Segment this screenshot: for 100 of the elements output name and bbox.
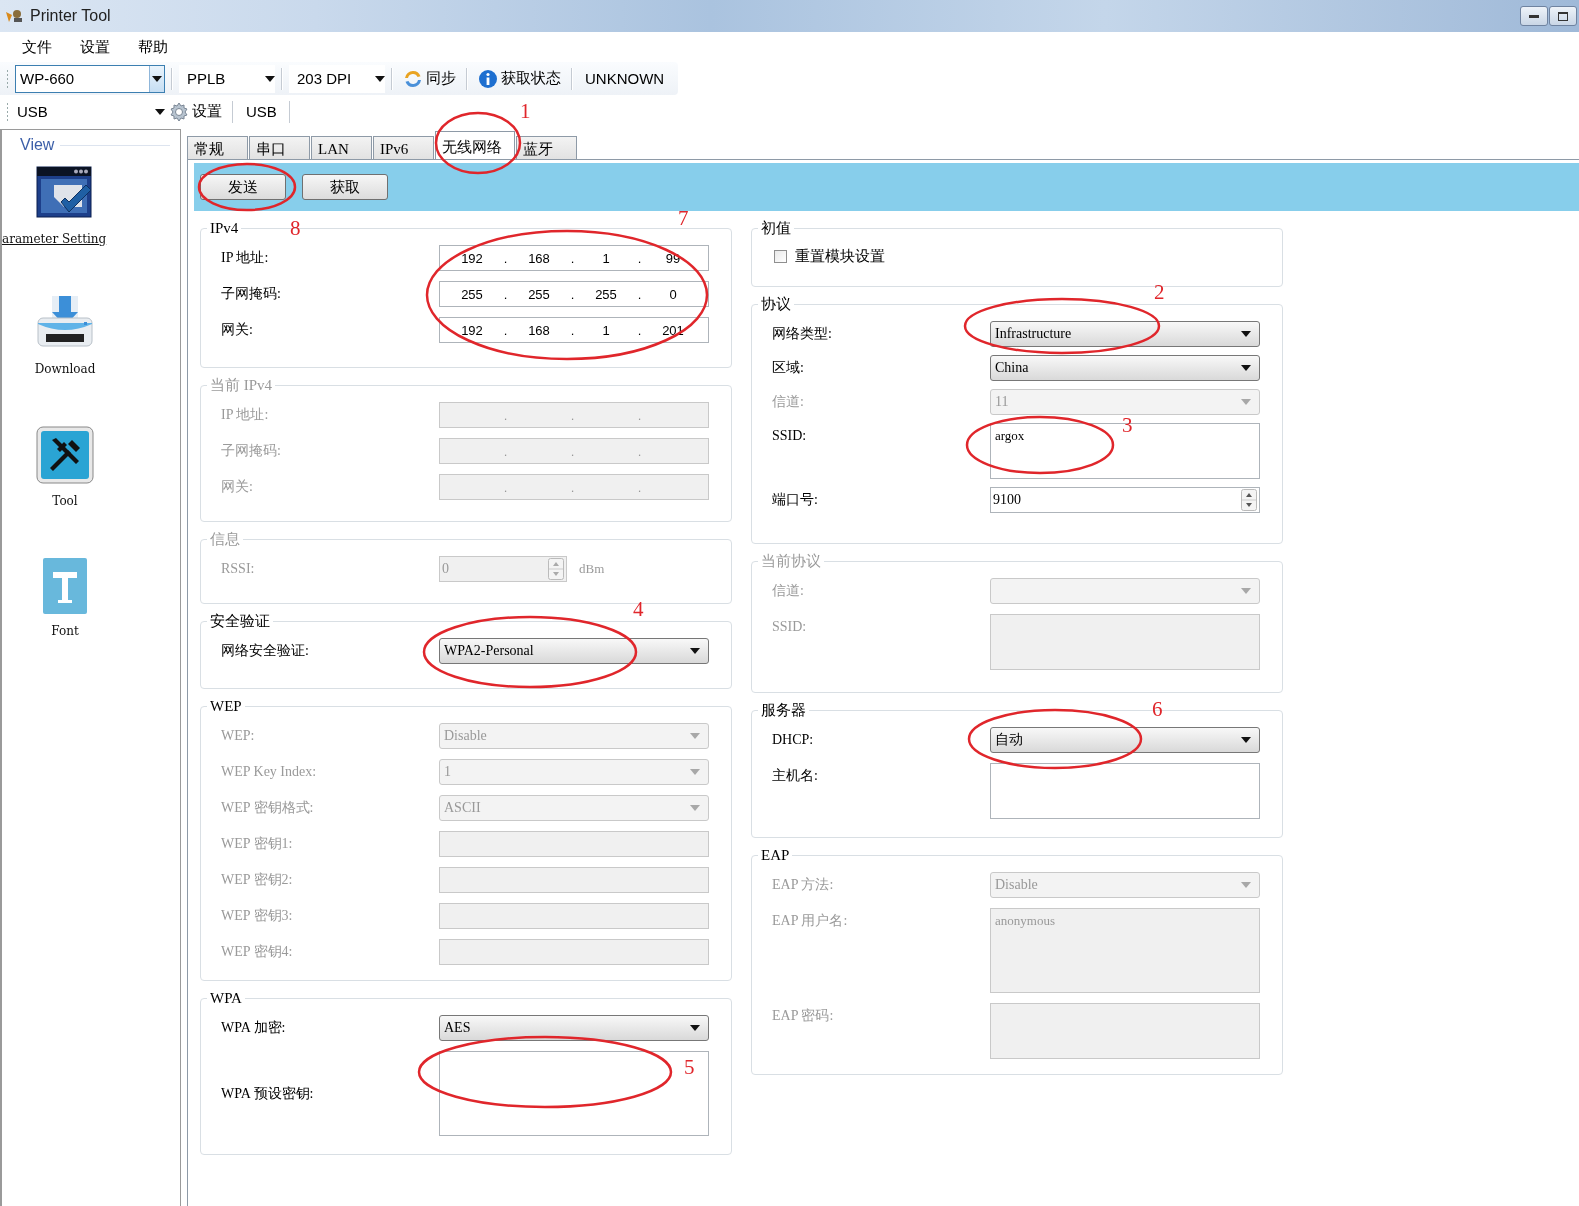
tools-icon bbox=[36, 426, 94, 484]
ip-separator: . bbox=[569, 250, 576, 266]
action-button[interactable]: 发送 bbox=[200, 174, 286, 200]
menu-item[interactable]: 文件 bbox=[12, 37, 62, 57]
field-label: 网络安全验证: bbox=[221, 642, 310, 660]
group-title: 初值 bbox=[758, 219, 794, 237]
ip-separator: . bbox=[636, 407, 643, 423]
tab[interactable]: 串口 bbox=[249, 136, 310, 159]
info-icon bbox=[478, 68, 498, 89]
gear-icon bbox=[169, 101, 189, 122]
ip-separator: . bbox=[502, 250, 509, 266]
field-label: DHCP: bbox=[772, 731, 815, 749]
group-title: 安全验证 bbox=[207, 612, 273, 630]
tab[interactable]: 蓝牙 bbox=[516, 136, 577, 159]
sidebar-item[interactable]: Font bbox=[2, 558, 128, 638]
ip-separator: . bbox=[636, 443, 643, 459]
caret-icon bbox=[690, 769, 700, 775]
checkbox[interactable] bbox=[774, 250, 787, 263]
window-title: Printer Tool bbox=[30, 7, 111, 25]
group-title: 信息 bbox=[207, 530, 243, 548]
field-label: 子网掩码: bbox=[221, 442, 282, 460]
group-title: 当前 IPv4 bbox=[207, 376, 276, 394]
field-label: RSSI: bbox=[221, 560, 256, 578]
ip-address-field[interactable]: 255 . 255 . 255 . 0 bbox=[439, 281, 709, 307]
group-title: 当前协议 bbox=[758, 552, 824, 570]
dropdown[interactable]: China bbox=[990, 355, 1260, 381]
sidebar-title: View bbox=[20, 136, 55, 154]
unit-label: dBm bbox=[579, 561, 605, 577]
spin-arrows-icon[interactable] bbox=[1241, 489, 1257, 511]
field-label: 区域: bbox=[772, 359, 805, 377]
caret-icon bbox=[690, 805, 700, 811]
group-title: 服务器 bbox=[758, 701, 809, 719]
dropdown[interactable]: WPA2-Personal bbox=[439, 638, 709, 664]
font-icon bbox=[43, 558, 87, 614]
resolution-dropdown[interactable]: 203 DPI bbox=[289, 64, 385, 93]
field-label: 网关: bbox=[221, 321, 254, 339]
field-label: WEP 密钥2: bbox=[221, 871, 294, 889]
ip-separator: . bbox=[502, 407, 509, 423]
field-label: 网关: bbox=[221, 478, 254, 496]
ip-octet[interactable]: 192 bbox=[455, 322, 489, 338]
ip-separator: . bbox=[502, 286, 509, 302]
text-area[interactable] bbox=[990, 763, 1260, 819]
action-button[interactable]: 获取 bbox=[302, 174, 388, 200]
maximize-button[interactable] bbox=[1549, 6, 1577, 26]
ip-separator: . bbox=[569, 479, 576, 495]
ip-octet[interactable]: 1 bbox=[589, 250, 623, 266]
text-area[interactable] bbox=[439, 1051, 709, 1136]
field-label: SSID: bbox=[772, 618, 808, 636]
field-label: SSID: bbox=[772, 427, 808, 445]
language-dropdown[interactable]: PPLB bbox=[179, 64, 275, 93]
menu-item[interactable]: 设置 bbox=[70, 37, 120, 57]
sidebar-item[interactable]: Download bbox=[2, 296, 128, 376]
caret-icon bbox=[1241, 399, 1251, 405]
field-label: IP 地址: bbox=[221, 406, 270, 424]
dropdown[interactable]: AES bbox=[439, 1015, 709, 1041]
annotation-number: 1 bbox=[520, 99, 531, 123]
dropdown[interactable]: Infrastructure bbox=[990, 321, 1260, 347]
caret-icon bbox=[1241, 882, 1251, 888]
printer-dropdown[interactable]: WP-660 bbox=[15, 64, 165, 93]
caret-icon bbox=[690, 648, 700, 654]
ip-separator: . bbox=[636, 479, 643, 495]
sync-icon bbox=[403, 68, 423, 89]
sidebar-item[interactable]: arameter Setting bbox=[2, 166, 128, 246]
ip-separator: . bbox=[569, 286, 576, 302]
get-status-button[interactable]: 获取状态 bbox=[474, 65, 565, 92]
app-icon bbox=[4, 8, 24, 24]
ip-separator: . bbox=[502, 443, 509, 459]
ip-octet[interactable]: 168 bbox=[522, 322, 556, 338]
ip-separator: . bbox=[502, 322, 509, 338]
ip-octet[interactable]: 192 bbox=[455, 250, 489, 266]
field-label: EAP 密码: bbox=[772, 1007, 835, 1025]
field-label: WEP 密钥格式: bbox=[221, 799, 315, 817]
menu-item[interactable]: 帮助 bbox=[128, 37, 178, 57]
number-field[interactable]: 9100 bbox=[990, 487, 1260, 513]
ip-octet[interactable]: 168 bbox=[522, 250, 556, 266]
annotation-number: 6 bbox=[1152, 697, 1163, 721]
field-label: WPA 加密: bbox=[221, 1019, 287, 1037]
tab[interactable]: IPv6 bbox=[373, 136, 434, 159]
field-label: WEP Key Index: bbox=[221, 763, 318, 781]
ip-octet[interactable]: 255 bbox=[522, 286, 556, 302]
tab[interactable]: 常规 bbox=[187, 136, 248, 159]
ip-separator: . bbox=[569, 443, 576, 459]
tab[interactable]: LAN bbox=[311, 136, 372, 159]
ip-octet[interactable]: 0 bbox=[656, 286, 690, 302]
tab[interactable]: 无线网络 bbox=[435, 131, 515, 159]
caret-icon bbox=[265, 75, 275, 82]
minimize-button[interactable] bbox=[1520, 6, 1548, 26]
field-label: 信道: bbox=[772, 393, 805, 411]
ip-octet[interactable]: 255 bbox=[589, 286, 623, 302]
ip-octet[interactable]: 255 bbox=[455, 286, 489, 302]
sidebar-item[interactable]: Tool bbox=[2, 426, 128, 508]
caret-icon bbox=[690, 733, 700, 739]
field-label: 子网掩码: bbox=[221, 285, 282, 303]
ip-separator: . bbox=[569, 322, 576, 338]
settings-button[interactable]: 设置 bbox=[165, 98, 226, 125]
sync-button[interactable]: 同步 bbox=[399, 65, 460, 92]
dropdown[interactable]: 自动 bbox=[990, 727, 1260, 753]
annotation-number: 8 bbox=[290, 216, 301, 240]
annotation-number: 4 bbox=[633, 597, 644, 621]
ip-octet[interactable]: 1 bbox=[589, 322, 623, 338]
